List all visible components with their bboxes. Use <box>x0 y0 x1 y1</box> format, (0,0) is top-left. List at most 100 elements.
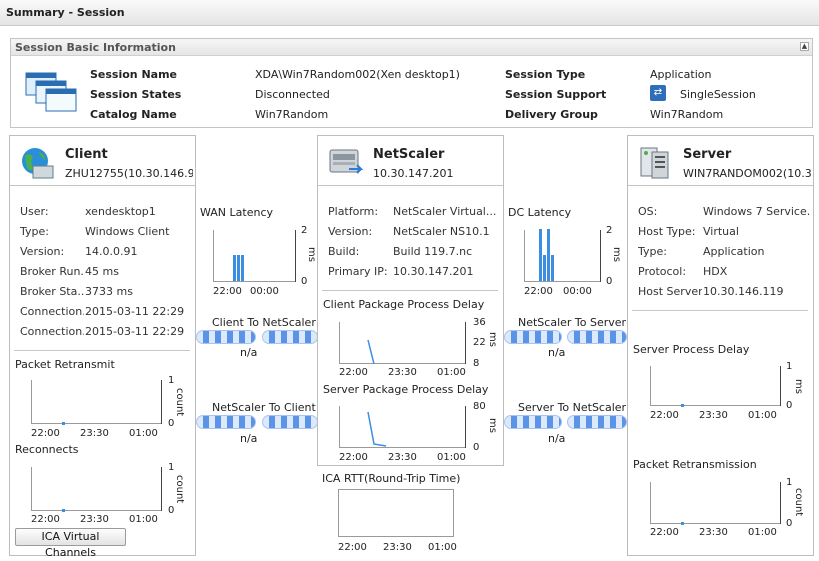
netscaler-field-value: NetScaler NS10.1 <box>393 225 490 238</box>
netscaler-field-value: 10.30.147.201 <box>393 265 474 278</box>
session-support-label: Session Support <box>505 88 607 101</box>
client-field-value: 3733 ms <box>85 285 133 298</box>
netscaler-field-label: Version: <box>328 225 373 238</box>
x-tick: 01:00 <box>437 367 466 378</box>
flow-client-to-netscaler-label: Client To NetScaler <box>212 316 316 329</box>
data-point <box>681 522 684 525</box>
client-field-value: 45 ms <box>85 265 119 278</box>
client-field-value: Windows Client <box>85 225 170 238</box>
x-tick: 23:30 <box>80 428 109 439</box>
y-tick-max: 1 <box>168 375 175 386</box>
divider <box>632 310 808 311</box>
client-title: Client <box>65 147 108 162</box>
netscaler-appliance-icon <box>329 149 363 174</box>
flow-pipe <box>567 415 627 429</box>
y-tick-min: 0 <box>168 505 175 516</box>
server-field-value: Windows 7 Service... <box>703 205 811 218</box>
server-panel: Server WIN7RANDOM002(10.30.... OS: Windo… <box>627 135 814 556</box>
y-unit: count <box>174 388 185 417</box>
flow-value: n/a <box>548 432 566 445</box>
x-tick: 23:30 <box>388 452 417 463</box>
y-axis <box>465 322 466 364</box>
wan-latency-chart <box>213 230 295 282</box>
client-field-label: Connection... <box>20 325 84 338</box>
x-tick: 00:00 <box>250 286 279 297</box>
page-header: Summary - Session <box>0 0 819 26</box>
y-unit: count <box>174 475 185 504</box>
dc-latency-chart <box>524 229 600 282</box>
delivery-group-value: Win7Random <box>650 108 724 121</box>
y-unit: ms <box>487 332 498 347</box>
server-pkg-delay-title: Server Package Process Delay <box>323 383 489 396</box>
flow-netscaler-to-server-label: NetScaler To Server <box>518 316 627 329</box>
y-unit: ms <box>487 418 498 433</box>
x-tick: 00:00 <box>563 286 592 297</box>
flow-value: n/a <box>240 346 258 359</box>
x-tick: 22:00 <box>213 286 242 297</box>
session-windows-icon <box>25 72 77 112</box>
session-basic-info-header[interactable]: Session Basic Information ▲ <box>11 39 812 56</box>
client-field-value: xendesktop1 <box>85 205 156 218</box>
client-pkg-delay-title: Client Package Process Delay <box>323 298 485 311</box>
flow-pipe <box>504 415 562 429</box>
y-axis <box>780 366 781 406</box>
session-type-label: Session Type <box>505 68 586 81</box>
session-type-value: Application <box>650 68 712 81</box>
x-tick: 01:00 <box>748 527 777 538</box>
flow-pipe <box>196 415 256 429</box>
client-field-label: Broker Run... <box>20 265 84 278</box>
y-axis <box>780 482 781 524</box>
session-support-value: SingleSession <box>680 88 756 101</box>
flow-pipe <box>262 330 318 344</box>
y-tick-min: 0 <box>786 518 793 529</box>
netscaler-panel: NetScaler 10.30.147.201 Platform: NetSca… <box>317 135 504 466</box>
client-field-value: 2015-03-11 22:29 <box>85 325 185 338</box>
flow-value: n/a <box>240 432 258 445</box>
server-pkg-delay-chart <box>339 406 465 448</box>
server-process-delay-chart <box>650 366 780 407</box>
y-tick-min: 0 <box>301 276 308 287</box>
divider <box>14 350 190 351</box>
x-tick: 22:00 <box>31 514 60 525</box>
latency-bar <box>241 255 244 281</box>
y-axis <box>161 467 162 511</box>
y-tick-max: 1 <box>786 361 793 372</box>
catalog-name-label: Catalog Name <box>90 108 177 121</box>
y-axis <box>161 380 162 424</box>
server-field-label: OS: <box>638 205 658 218</box>
chevron-up-icon[interactable]: ▲ <box>800 42 809 51</box>
session-name-label: Session Name <box>90 68 178 81</box>
ica-rtt-title: ICA RTT(Round-Trip Time) <box>322 472 461 485</box>
y-unit: ms <box>793 379 804 394</box>
y-tick-min: 0 <box>786 400 793 411</box>
y-tick-min: 0 <box>606 276 613 287</box>
client-subtitle: ZHU12755(10.30.146.9... <box>65 167 193 180</box>
catalog-name-value: Win7Random <box>255 108 329 121</box>
y-tick: 8 <box>473 358 480 369</box>
x-tick: 01:00 <box>129 514 158 525</box>
y-axis <box>465 406 466 448</box>
x-tick: 23:30 <box>80 514 109 525</box>
client-field-value: 2015-03-11 22:29 <box>85 305 185 318</box>
x-tick: 22:00 <box>524 286 553 297</box>
x-tick: 23:30 <box>699 410 728 421</box>
y-tick-min: 0 <box>168 418 175 429</box>
latency-bar <box>547 229 550 281</box>
y-tick-max: 1 <box>786 477 793 488</box>
data-point <box>681 404 684 407</box>
x-tick: 22:00 <box>31 428 60 439</box>
swap-arrows-icon: ⇄ <box>650 85 666 101</box>
netscaler-field-value: Build 119.7.nc <box>393 245 473 258</box>
session-states-label: Session States <box>90 88 182 101</box>
client-field-label: Type: <box>20 225 49 238</box>
y-tick-max: 2 <box>301 225 308 236</box>
netscaler-field-value: NetScaler Virtual... <box>393 205 497 218</box>
y-unit: ms <box>306 247 317 262</box>
packet-retransmit-title: Packet Retransmit <box>15 358 115 371</box>
dc-latency-title: DC Latency <box>508 206 572 219</box>
server-field-label: Type: <box>638 245 667 258</box>
netscaler-title: NetScaler <box>373 147 445 162</box>
client-field-value: 14.0.0.91 <box>85 245 138 258</box>
client-field-label: Broker Sta... <box>20 285 84 298</box>
ica-virtual-channels-button[interactable]: ICA Virtual Channels <box>15 528 126 559</box>
